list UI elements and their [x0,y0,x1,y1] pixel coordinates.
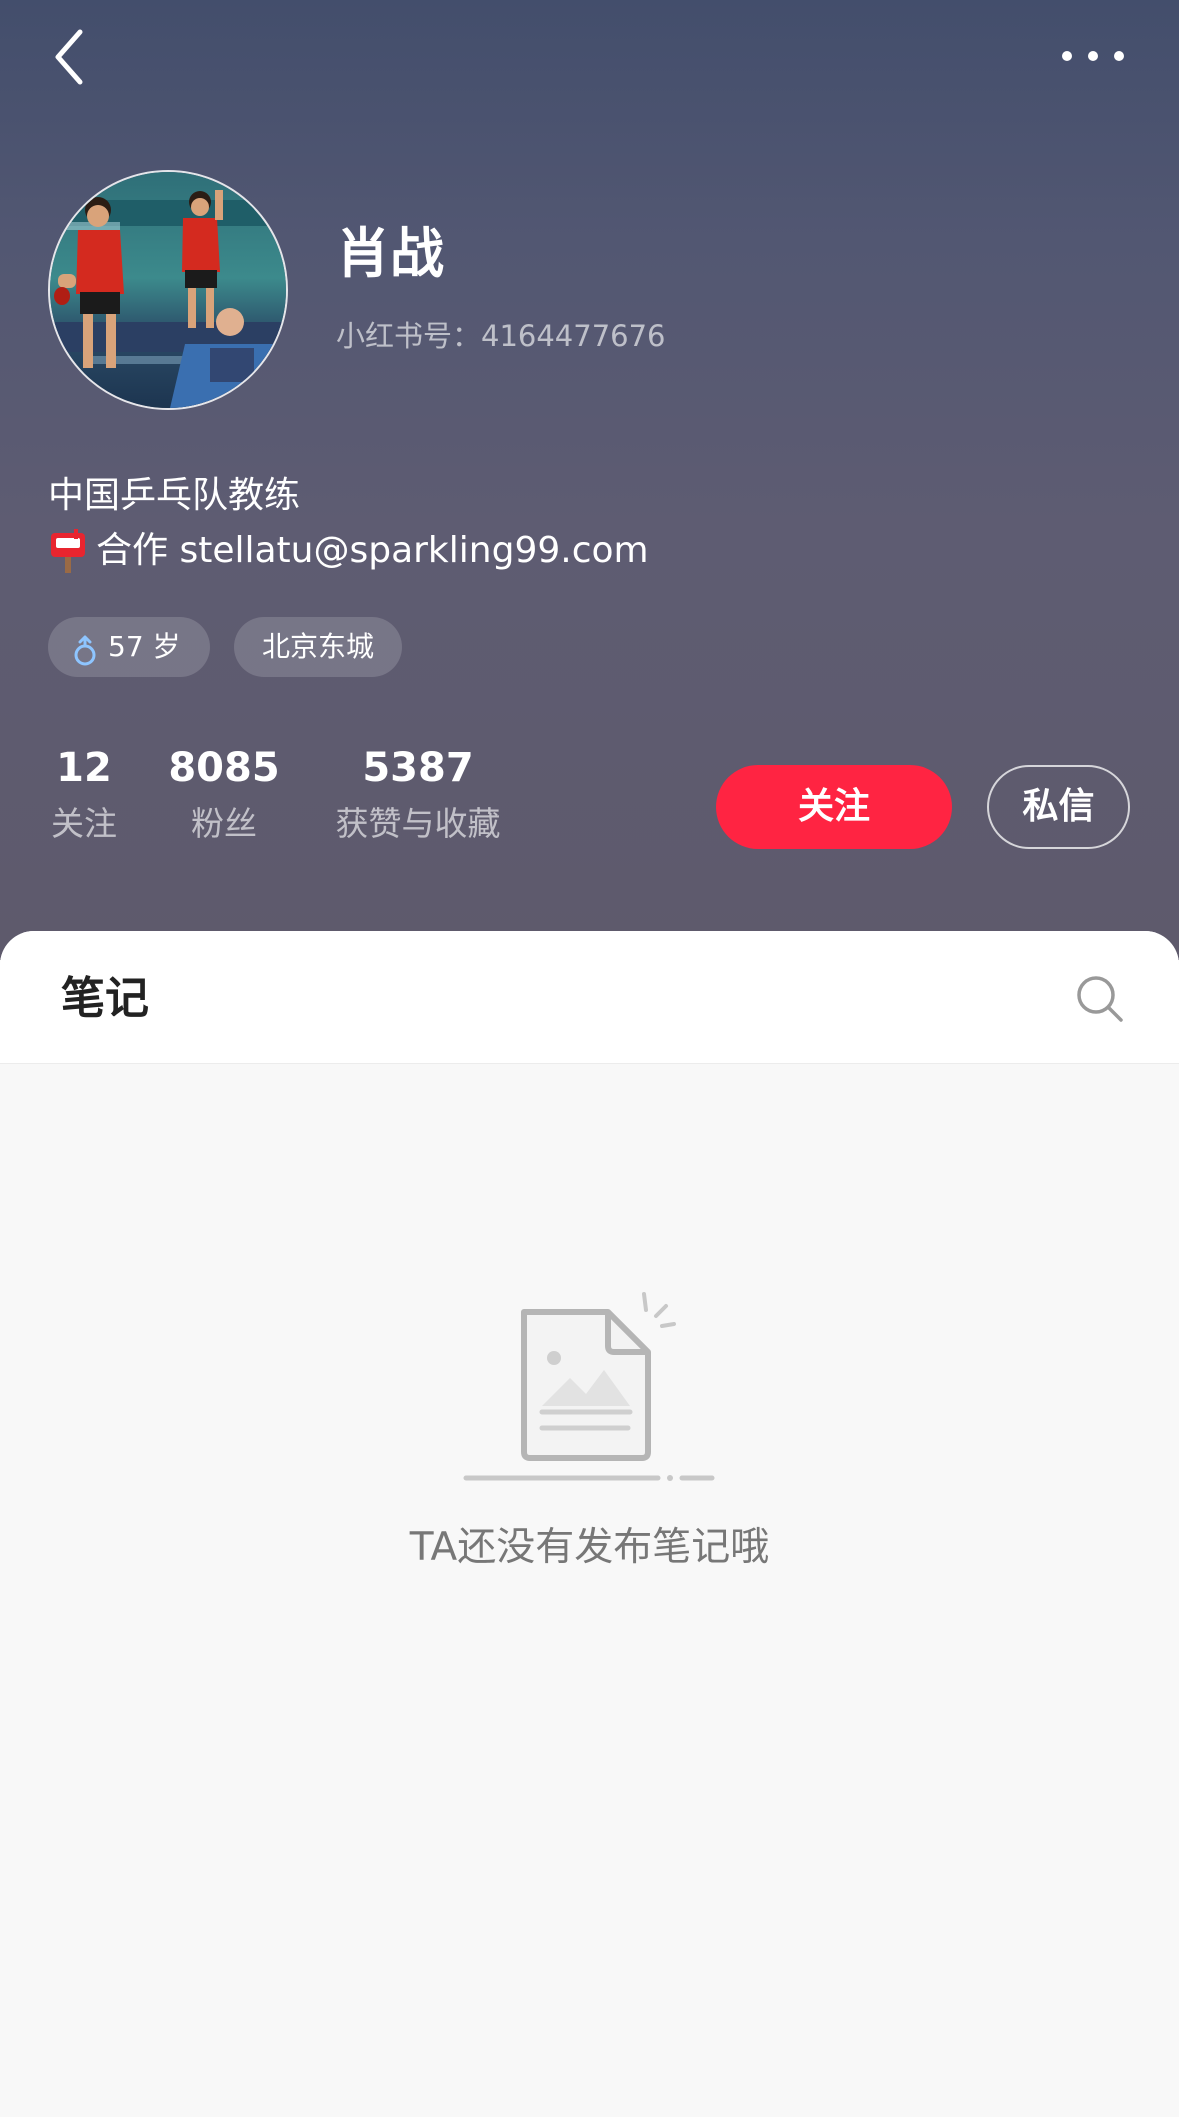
age-text: 57 岁 [108,630,181,663]
more-button[interactable] [1058,36,1128,76]
empty-notes-text: TA还没有发布笔记哦 [409,1525,770,1570]
following-count: 12 [56,745,112,791]
location-tag: 北京东城 [234,617,402,677]
back-button[interactable] [46,22,96,92]
mailbox-icon [48,527,88,575]
more-dots-icon [1062,51,1124,61]
empty-notes-illustration [458,1282,722,1486]
avatar-photo [50,172,286,408]
age-tag: 57 岁 [48,617,210,677]
following-label: 关注 [51,804,117,843]
location-text: 北京东城 [261,630,374,663]
tab-notes[interactable]: 笔记 [61,969,149,1029]
profile-header: 肖战 小红书号：4164477676 中国乒乓队教练 合作 stellatu@s… [0,0,1179,960]
empty-document-icon [463,1292,715,1481]
message-button[interactable]: 私信 [987,765,1130,849]
follow-button[interactable]: 关注 [716,765,952,849]
bio-contact-text: 合作 stellatu@sparkling99.com [96,530,649,571]
likes-stat[interactable]: 5387 获赞与收藏 [326,740,510,848]
male-gender-icon [72,630,98,666]
avatar[interactable] [48,170,288,410]
search-icon [1077,976,1123,1022]
chevron-left-icon [55,29,83,85]
bio-line-title: 中国乒乓队教练 [48,475,301,516]
search-button[interactable] [1074,973,1126,1025]
tab-bar: 笔记 [0,931,1179,1064]
fans-stat[interactable]: 8085 粉丝 [162,740,286,848]
nickname: 肖战 [336,222,444,285]
bio-line-contact: 合作 stellatu@sparkling99.com [48,527,649,575]
fans-label: 粉丝 [191,804,257,843]
fans-count: 8085 [168,745,280,791]
likes-label: 获赞与收藏 [335,804,501,843]
account-id: 小红书号：4164477676 [336,319,666,353]
following-stat[interactable]: 12 关注 [44,740,124,848]
likes-count: 5387 [362,745,474,791]
